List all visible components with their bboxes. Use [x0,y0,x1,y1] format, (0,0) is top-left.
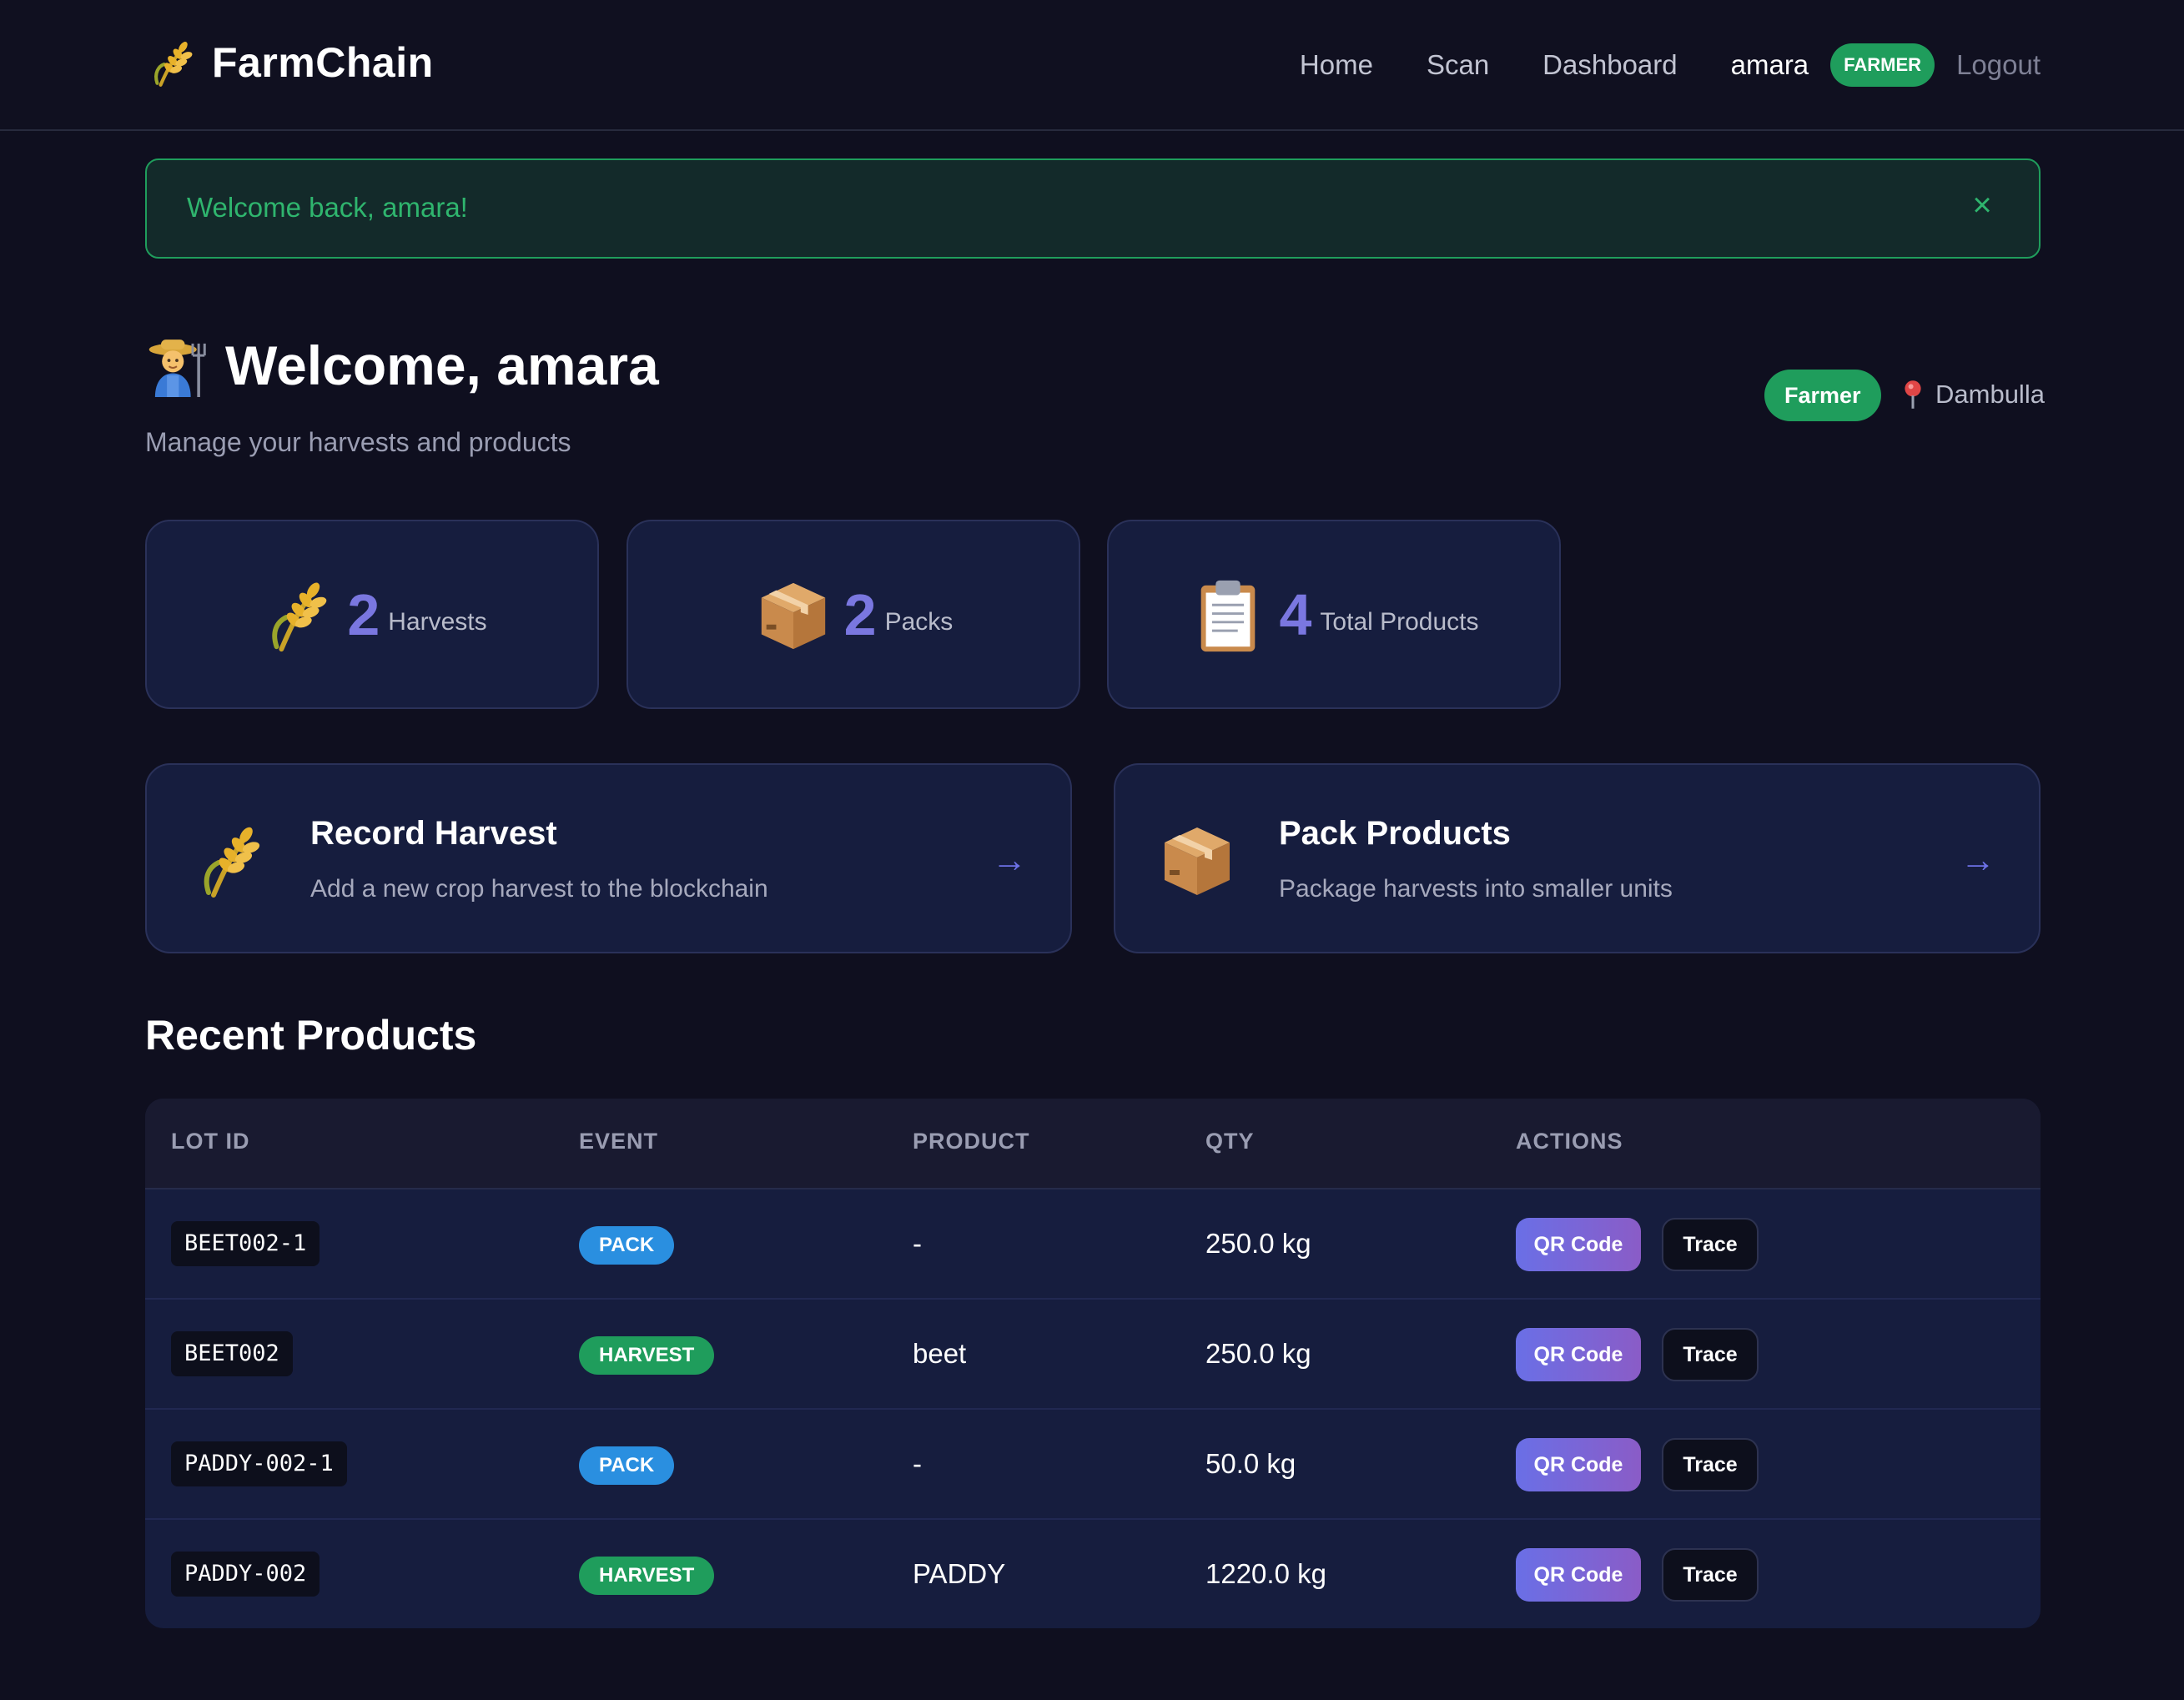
wheat-icon [154,42,193,87]
qr-code-button[interactable]: QR Code [1516,1438,1641,1491]
pin-icon [1905,380,1921,409]
qr-code-button[interactable]: QR Code [1516,1548,1641,1602]
stat-value: 2 [843,581,877,647]
stat-card-packs: 2 Packs [627,520,1080,709]
product-cell: - [913,1448,922,1479]
product-cell: PADDY [913,1558,1006,1589]
arrow-right-icon: → [992,840,1027,879]
trace-button[interactable]: Trace [1662,1548,1759,1602]
column-header: EVENT [579,1129,659,1154]
logout-link[interactable]: Logout [1956,49,2041,81]
welcome-alert: Welcome back, amara! × [145,158,2041,259]
nav-links: Home Scan Dashboard amara FARMER Logout [1300,40,2041,90]
action-title: Record Harvest [310,815,557,852]
page-header: Welcome, amara [145,334,659,397]
column-header: QTY [1205,1129,1255,1154]
nav-dashboard-link[interactable]: Dashboard [1542,49,1677,81]
event-badge: PACK [579,1446,675,1485]
package-icon [1165,827,1230,895]
stat-value: 2 [347,581,380,647]
lot-id: PADDY-002-1 [171,1441,347,1486]
stat-label: Total Products [1320,607,1479,636]
qty-cell: 1220.0 kg [1205,1558,1326,1589]
lot-id: BEET002 [171,1331,293,1376]
wheat-icon [204,827,260,898]
clipboard-icon [1201,580,1256,651]
pack-products-card[interactable]: Pack Products Package harvests into smal… [1114,763,2041,953]
table-row: PADDY-002-1 PACK - 50.0 kg QR Code Trace [145,1410,2041,1520]
alert-message: Welcome back, amara! [187,192,468,223]
wheat-icon [272,582,327,651]
event-badge: PACK [579,1226,675,1265]
arrow-right-icon: → [1960,840,1995,879]
qty-cell: 50.0 kg [1205,1448,1296,1479]
stat-label: Packs [884,607,954,636]
stat-value: 4 [1279,581,1312,647]
event-badge: HARVEST [579,1336,715,1375]
stat-card-total-products: 4 Total Products [1107,520,1561,709]
nav-username: amara [1730,49,1809,80]
action-title: Pack Products [1279,815,1511,852]
table-row: BEET002 HARVEST beet 250.0 kg QR Code Tr… [145,1300,2041,1410]
lot-id: BEET002-1 [171,1221,320,1266]
trace-button[interactable]: Trace [1662,1328,1759,1381]
table-row: PADDY-002 HARVEST PADDY 1220.0 kg QR Cod… [145,1520,2041,1628]
stat-card-harvests: 2 Harvests [145,520,599,709]
table-row: BEET002-1 PACK - 250.0 kg QR Code Trace [145,1189,2041,1300]
event-badge: HARVEST [579,1557,715,1595]
package-icon [761,582,825,649]
trace-button[interactable]: Trace [1662,1218,1759,1271]
action-description: Package harvests into smaller units [1279,875,1673,903]
recent-products-title: Recent Products [145,1012,477,1059]
trace-button[interactable]: Trace [1662,1438,1759,1491]
products-table: LOT ID EVENT PRODUCT QTY ACTIONS BEET002… [145,1099,2041,1628]
nav-scan-link[interactable]: Scan [1427,49,1489,81]
brand-name: FarmChain [212,39,434,86]
column-header: ACTIONS [1516,1129,1623,1154]
product-cell: - [913,1228,922,1259]
lot-id: PADDY-002 [171,1552,320,1597]
nav-home-link[interactable]: Home [1300,49,1373,81]
role-badge: FARMER [1830,43,1935,87]
product-cell: beet [913,1338,967,1369]
role-pill: Farmer [1764,370,1881,421]
page-title: Welcome, amara [225,334,659,396]
qr-code-button[interactable]: QR Code [1516,1218,1641,1271]
brand[interactable]: FarmChain [145,35,434,90]
close-icon[interactable]: × [1964,187,2000,224]
stat-label: Harvests [388,607,487,636]
qr-code-button[interactable]: QR Code [1516,1328,1641,1381]
action-description: Add a new crop harvest to the blockchain [310,875,768,903]
table-header: LOT ID EVENT PRODUCT QTY ACTIONS [145,1099,2041,1189]
location-text: Dambulla [1935,380,2045,409]
qty-cell: 250.0 kg [1205,1338,1311,1369]
location: Dambulla [1900,380,2045,410]
farmer-icon [148,339,206,397]
qty-cell: 250.0 kg [1205,1228,1311,1259]
column-header: PRODUCT [913,1129,1030,1154]
column-header: LOT ID [171,1129,250,1154]
page-subtitle: Manage your harvests and products [145,427,571,457]
navbar: FarmChain Home Scan Dashboard amara FARM… [0,0,2184,131]
record-harvest-card[interactable]: Record Harvest Add a new crop harvest to… [145,763,1072,953]
